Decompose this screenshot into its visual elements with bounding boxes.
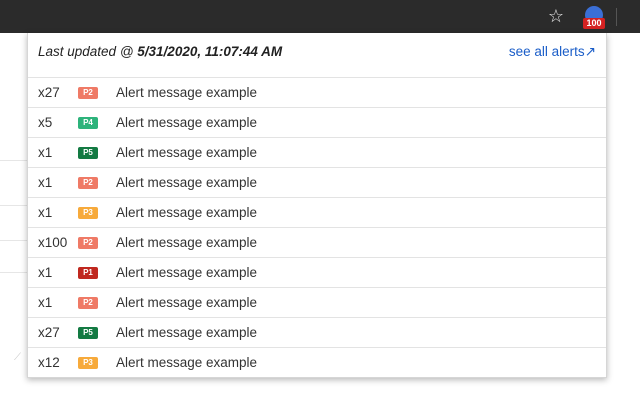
alert-count: x1	[38, 175, 53, 190]
alert-row[interactable]: x5 P4 Alert message example	[28, 108, 606, 138]
browser-toolbar: ☆ 100	[0, 0, 640, 33]
priority-badge: P1	[78, 267, 98, 279]
alert-count: x1	[38, 295, 53, 310]
alert-message: Alert message example	[116, 355, 258, 370]
alert-count: x5	[38, 115, 53, 130]
alerts-popup: Last updated @ 5/31/2020, 11:07:44 AM se…	[27, 33, 607, 378]
background-divider	[0, 240, 28, 241]
see-all-label: see all alerts	[508, 44, 585, 59]
last-updated-text: Last updated @ 5/31/2020, 11:07:44 AM	[38, 44, 282, 59]
last-updated-timestamp: 5/31/2020, 11:07:44 AM	[137, 44, 283, 59]
alert-message: Alert message example	[116, 295, 258, 310]
priority-badge: P5	[78, 147, 98, 159]
alert-row[interactable]: x1 P3 Alert message example	[28, 198, 606, 228]
alert-count: x1	[38, 265, 53, 280]
extension-badge: 100	[583, 18, 605, 29]
alert-row[interactable]: x27 P5 Alert message example	[28, 318, 606, 348]
priority-badge: P2	[78, 177, 98, 189]
priority-badge: P3	[78, 357, 98, 369]
alert-count: x12	[38, 355, 60, 370]
background-divider	[0, 205, 28, 206]
alert-message: Alert message example	[116, 175, 258, 190]
popup-header: Last updated @ 5/31/2020, 11:07:44 AM se…	[28, 33, 606, 78]
alerts-list: x27 P2 Alert message example x5 P4 Alert…	[28, 78, 606, 377]
alert-row[interactable]: x27 P2 Alert message example	[28, 78, 606, 108]
alert-message: Alert message example	[116, 235, 258, 250]
external-link-icon: ↗	[584, 44, 596, 59]
alert-count: x27	[38, 85, 60, 100]
priority-badge: P4	[78, 117, 98, 129]
alerts-extension-icon[interactable]: 100	[583, 6, 605, 29]
star-icon[interactable]: ☆	[546, 6, 566, 26]
background-divider	[0, 272, 28, 273]
alert-count: x1	[38, 205, 53, 220]
alert-message: Alert message example	[116, 325, 258, 340]
priority-badge: P2	[78, 87, 98, 99]
see-all-alerts-link[interactable]: see all alerts↗	[509, 44, 596, 60]
alert-message: Alert message example	[116, 145, 258, 160]
alert-row[interactable]: x12 P3 Alert message example	[28, 348, 606, 377]
alert-row[interactable]: x1 P2 Alert message example	[28, 288, 606, 318]
priority-badge: P5	[78, 327, 98, 339]
priority-badge: P3	[78, 207, 98, 219]
alert-row[interactable]: x1 P5 Alert message example	[28, 138, 606, 168]
alert-row[interactable]: x1 P2 Alert message example	[28, 168, 606, 198]
alert-message: Alert message example	[116, 115, 258, 130]
alert-message: Alert message example	[116, 205, 258, 220]
priority-badge: P2	[78, 237, 98, 249]
alert-message: Alert message example	[116, 265, 258, 280]
alert-count: x100	[38, 235, 68, 250]
alert-row[interactable]: x1 P1 Alert message example	[28, 258, 606, 288]
background-divider	[0, 160, 28, 161]
alert-count: x1	[38, 145, 53, 160]
alert-message: Alert message example	[116, 85, 258, 100]
toolbar-divider	[616, 8, 617, 26]
priority-badge: P2	[78, 297, 98, 309]
alert-row[interactable]: x100 P2 Alert message example	[28, 228, 606, 258]
resize-handle-icon: ⟋	[14, 352, 21, 363]
alert-count: x27	[38, 325, 60, 340]
last-updated-prefix: Last updated @	[38, 44, 138, 59]
